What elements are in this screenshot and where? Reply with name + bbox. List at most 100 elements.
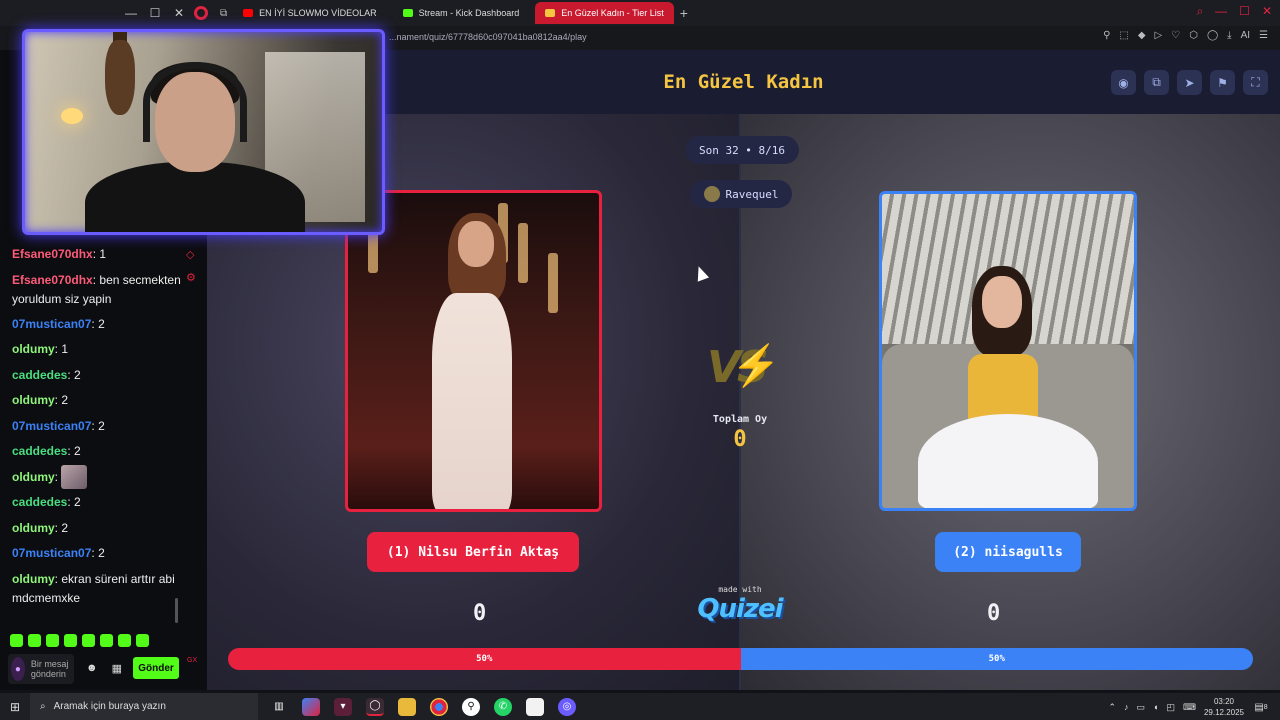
- close-window-icon[interactable]: ✕: [1262, 4, 1272, 19]
- snapshot-icon[interactable]: ⬚: [1119, 30, 1128, 41]
- kick-icon: [402, 9, 413, 17]
- file-explorer-icon[interactable]: [398, 697, 416, 716]
- app-icon[interactable]: ⚲: [462, 697, 480, 716]
- chat-scrollbar[interactable]: [175, 598, 178, 623]
- app-icon[interactable]: ◎: [558, 697, 576, 716]
- emote-icon[interactable]: [10, 634, 23, 647]
- tab-overview-icon[interactable]: ⧉: [220, 8, 227, 19]
- emote-icon[interactable]: [82, 634, 95, 647]
- chat-username[interactable]: oldumy: [12, 342, 55, 356]
- chat-username[interactable]: caddedes: [12, 444, 67, 458]
- quizei-logo[interactable]: Quizei: [687, 594, 793, 624]
- volume-icon[interactable]: ◖: [1153, 702, 1158, 712]
- whatsapp-icon[interactable]: ✆: [494, 697, 512, 716]
- tab-kick-dashboard[interactable]: Stream - Kick Dashboard: [393, 2, 530, 24]
- flag-icon[interactable]: ⚑: [1210, 70, 1235, 95]
- chat-username[interactable]: 07mustican07: [12, 546, 91, 560]
- send-icon[interactable]: ➤: [1177, 70, 1202, 95]
- chat-username[interactable]: caddedes: [12, 495, 67, 509]
- chrome-icon[interactable]: [430, 697, 448, 716]
- new-tab-button[interactable]: +: [680, 5, 688, 21]
- heart-icon[interactable]: ♡: [1171, 30, 1180, 41]
- chat-text: 2: [61, 393, 69, 407]
- chat-input-placeholder: Bir mesaj gönderin: [30, 659, 69, 679]
- eye-icon[interactable]: ◉: [1111, 70, 1136, 95]
- taskbar-search[interactable]: ⌕ Aramak için buraya yazın: [30, 693, 258, 720]
- account-icon[interactable]: ◯: [1207, 30, 1218, 41]
- maximize-icon[interactable]: ☐: [146, 4, 164, 22]
- pin-icon[interactable]: ⚲: [1103, 30, 1110, 41]
- chat-username[interactable]: Efsane070dhx: [12, 247, 93, 261]
- microphone-tray-icon[interactable]: ♪: [1124, 702, 1129, 712]
- chat-username[interactable]: oldumy: [12, 572, 55, 586]
- chat-username[interactable]: 07mustican07: [12, 419, 91, 433]
- vote-left-button[interactable]: (1) Nilsu Berfin Aktaş: [367, 532, 579, 572]
- url-field[interactable]: ...nament/quiz/67778d60c097041ba0812aa4/…: [389, 32, 587, 42]
- fullscreen-icon[interactable]: ⛶: [1243, 70, 1268, 95]
- minimize-icon[interactable]: —: [122, 4, 140, 22]
- chat-username[interactable]: oldumy: [12, 393, 55, 407]
- creator-name: Ravequel: [725, 187, 779, 201]
- left-vote-count: 0: [473, 601, 487, 626]
- download-icon[interactable]: ⤓: [1227, 30, 1231, 41]
- chat-message: oldumy:: [12, 465, 182, 491]
- candidate-right-image[interactable]: [879, 191, 1137, 511]
- shield-icon[interactable]: ◆: [1138, 30, 1146, 41]
- share-icon[interactable]: ⧉: [1144, 70, 1169, 95]
- gift-icon[interactable]: ▦: [112, 662, 122, 675]
- progress-left: 50%: [228, 648, 741, 670]
- chat-text: 2: [61, 520, 69, 535]
- opera-gx-icon[interactable]: ◯: [366, 697, 384, 716]
- headset-icon: [143, 62, 247, 142]
- tab-tier-list[interactable]: En Güzel Kadın - Tier List: [535, 2, 674, 24]
- task-view-icon[interactable]: ▥: [270, 698, 288, 716]
- emote-icon[interactable]: [28, 634, 41, 647]
- system-clock[interactable]: 03:20 29.12.2025: [1204, 696, 1244, 718]
- play-icon[interactable]: ▷: [1155, 30, 1163, 41]
- emote-icon[interactable]: [46, 634, 59, 647]
- search-tabs-icon[interactable]: ⌕: [1196, 4, 1203, 19]
- minimize-window-icon[interactable]: —: [1215, 4, 1227, 19]
- chat-settings-icon[interactable]: ⚙: [186, 271, 196, 284]
- display-icon[interactable]: ▭: [1136, 702, 1145, 713]
- emote-icon[interactable]: [100, 634, 113, 647]
- chat-action-icon[interactable]: ◇: [186, 248, 196, 261]
- chat-username[interactable]: 07mustican07: [12, 317, 91, 331]
- chat-input[interactable]: ● Bir mesaj gönderin: [8, 654, 74, 684]
- chat-username[interactable]: oldumy: [12, 470, 55, 484]
- close-icon[interactable]: ✕: [170, 4, 188, 22]
- emote-icon[interactable]: [136, 634, 149, 647]
- send-button[interactable]: Gönder: [133, 657, 179, 679]
- candidate-left-image[interactable]: [345, 190, 602, 512]
- search-icon: ⌕: [40, 701, 46, 712]
- network-icon[interactable]: ◰: [1166, 702, 1175, 713]
- menu-icon[interactable]: ☰: [1259, 30, 1268, 41]
- chat-message: Efsane070dhx: ben secmekten yoruldum siz…: [12, 272, 181, 306]
- maximize-window-icon[interactable]: ☐: [1239, 4, 1250, 19]
- vs-icon: VS ⚡: [707, 342, 781, 393]
- chat-username[interactable]: Efsane070dhx: [12, 273, 93, 287]
- creator-badge[interactable]: Ravequel: [690, 180, 792, 208]
- taskbar-search-placeholder: Aramak için buraya yazın: [53, 701, 166, 712]
- chat-image-thumbnail[interactable]: [61, 465, 88, 490]
- language-icon[interactable]: ⌨: [1183, 702, 1196, 713]
- ai-button[interactable]: AI: [1241, 30, 1250, 41]
- tab-slowmo[interactable]: EN İYİ SLOWMO VİDEOLAR: [233, 2, 387, 24]
- vote-right-button[interactable]: (2) niisagulls: [935, 532, 1081, 572]
- notepad-icon[interactable]: [526, 697, 544, 716]
- tray-overflow-icon[interactable]: ⌃: [1108, 702, 1116, 713]
- extensions-icon[interactable]: ⬡: [1189, 30, 1198, 41]
- app-icon[interactable]: ▾: [334, 697, 352, 716]
- chat-username[interactable]: caddedes: [12, 368, 67, 382]
- opera-logo-icon[interactable]: [194, 6, 208, 20]
- chat-username[interactable]: oldumy: [12, 521, 55, 535]
- gx-badge: GX: [187, 657, 198, 664]
- emote-icon[interactable]: [64, 634, 77, 647]
- emote-icon[interactable]: [118, 634, 131, 647]
- microphone-icon[interactable]: ●: [11, 657, 25, 681]
- copilot-icon[interactable]: [302, 697, 320, 716]
- notification-icon[interactable]: ▤ 8: [1252, 698, 1270, 716]
- windows-start-icon[interactable]: ⊞: [0, 693, 30, 720]
- lightning-icon: ⚡: [731, 344, 781, 388]
- emoji-icon[interactable]: ☻: [86, 662, 98, 675]
